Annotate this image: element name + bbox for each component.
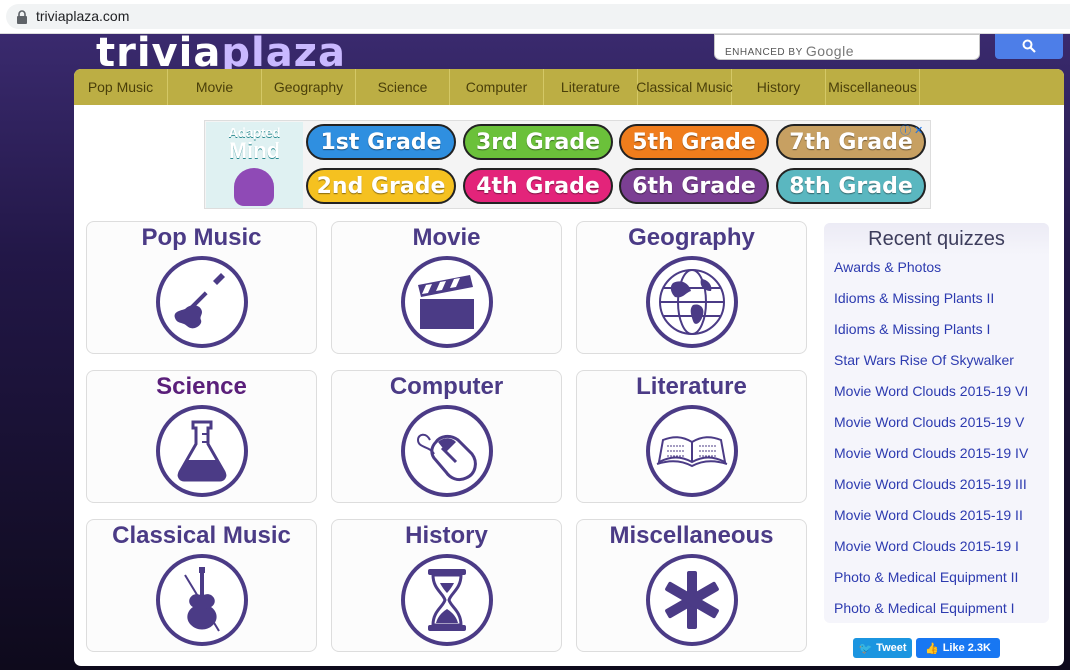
search-input[interactable]: ENHANCED BY Google — [714, 34, 980, 60]
twitter-icon: 🐦 — [858, 642, 873, 655]
category-tile-computer[interactable]: Computer — [331, 370, 562, 503]
grade-button-3rd-grade[interactable]: 3rd Grade — [463, 124, 613, 160]
recent-quiz-link[interactable]: Photo & Medical Equipment I — [834, 600, 1015, 616]
nav-item-geography[interactable]: Geography — [262, 69, 356, 105]
category-title: Movie — [412, 224, 481, 251]
hourglass-icon — [400, 553, 494, 647]
search-button[interactable] — [995, 34, 1063, 59]
tweet-button[interactable]: 🐦 Tweet — [853, 638, 912, 658]
category-tile-literature[interactable]: Literature — [576, 370, 807, 503]
recent-quizzes-heading: Recent quizzes — [868, 228, 1005, 250]
adaptedmind-logo: Adapted Mind — [206, 122, 303, 208]
recent-quiz-link[interactable]: Movie Word Clouds 2015-19 IV — [834, 445, 1028, 461]
nav-item-classical-music[interactable]: Classical Music — [636, 69, 733, 105]
ad-banner[interactable]: Adapted Mind 1st Grade 3rd Grade 5th Grade 7… — [204, 120, 931, 209]
recent-quiz-link[interactable]: Star Wars Rise Of Skywalker — [834, 352, 1014, 368]
grade-button-1st-grade[interactable]: 1st Grade — [306, 124, 456, 160]
asterisk-icon — [645, 553, 739, 647]
nav-item-miscellaneous[interactable]: Miscellaneous — [826, 69, 920, 105]
search-icon — [1022, 39, 1036, 53]
grade-button-8th-grade[interactable]: 8th Grade — [776, 168, 926, 204]
category-title: Miscellaneous — [609, 522, 774, 549]
nav-item-movie[interactable]: Movie — [168, 69, 262, 105]
recent-quiz-link[interactable]: Movie Word Clouds 2015-19 VI — [834, 383, 1028, 399]
category-title: Science — [156, 373, 247, 400]
grade-button-4th-grade[interactable]: 4th Grade — [463, 168, 613, 204]
recent-quiz-link[interactable]: Movie Word Clouds 2015-19 III — [834, 476, 1027, 492]
category-tile-pop-music[interactable]: Pop Music — [86, 221, 317, 354]
lock-icon — [17, 10, 27, 24]
category-title: Computer — [389, 373, 504, 400]
thumbs-up-icon: 👍 — [924, 642, 939, 655]
category-title: Pop Music — [141, 224, 262, 251]
category-title: Geography — [628, 224, 755, 251]
nav-item-pop-music[interactable]: Pop Music — [74, 69, 168, 105]
category-title: History — [405, 522, 488, 549]
monster-mascot-icon — [234, 168, 274, 206]
recent-quiz-link[interactable]: Idioms & Missing Plants I — [834, 321, 990, 337]
address-field[interactable] — [6, 4, 1070, 29]
nav-item-science[interactable]: Science — [356, 69, 450, 105]
category-tile-classical-music[interactable]: Classical Music — [86, 519, 317, 652]
category-nav: Pop Music Movie Geography Science Computer Li… — [74, 69, 1064, 105]
nav-item-history[interactable]: History — [732, 69, 826, 105]
main-panel: Pop Music Movie Geography Science Computer Li… — [74, 69, 1064, 666]
category-tile-movie[interactable]: Movie — [331, 221, 562, 354]
recent-quiz-link[interactable]: Movie Word Clouds 2015-19 I — [834, 538, 1019, 554]
mouse-icon — [400, 404, 494, 498]
recent-quiz-link[interactable]: Awards & Photos — [834, 259, 941, 275]
recent-quiz-link[interactable]: Idioms & Missing Plants II — [834, 290, 994, 306]
category-tile-science[interactable]: Science — [86, 370, 317, 503]
violin-icon — [155, 553, 249, 647]
grade-button-2nd-grade[interactable]: 2nd Grade — [306, 168, 456, 204]
browser-address-bar: triviaplaza.com — [0, 0, 1070, 34]
category-title: Classical Music — [112, 522, 291, 549]
guitar-icon — [155, 255, 249, 349]
flask-icon — [155, 404, 249, 498]
nav-item-computer[interactable]: Computer — [450, 69, 544, 105]
recent-quiz-link[interactable]: Photo & Medical Equipment II — [834, 569, 1018, 585]
clapperboard-icon — [400, 255, 494, 349]
url-text[interactable]: triviaplaza.com — [36, 8, 129, 24]
book-icon — [645, 404, 739, 498]
grade-button-6th-grade[interactable]: 6th Grade — [619, 168, 769, 204]
recent-quiz-link[interactable]: Movie Word Clouds 2015-19 V — [834, 414, 1024, 430]
category-tile-geography[interactable]: Geography — [576, 221, 807, 354]
grade-button-5th-grade[interactable]: 5th Grade — [619, 124, 769, 160]
nav-item-literature[interactable]: Literature — [544, 69, 638, 105]
facebook-like-button[interactable]: 👍 Like 2.3K — [916, 638, 1000, 658]
recent-quizzes-panel: Recent quizzes Awards & Photos Idioms & M… — [824, 223, 1049, 623]
globe-icon — [645, 255, 739, 349]
category-tile-history[interactable]: History — [331, 519, 562, 652]
category-title: Literature — [636, 373, 747, 400]
search-placeholder: ENHANCED BY Google — [725, 43, 854, 59]
recent-quiz-link[interactable]: Movie Word Clouds 2015-19 II — [834, 507, 1023, 523]
category-tile-miscellaneous[interactable]: Miscellaneous — [576, 519, 807, 652]
ad-choices-icon[interactable]: ⓘ ✕ — [900, 122, 923, 138]
